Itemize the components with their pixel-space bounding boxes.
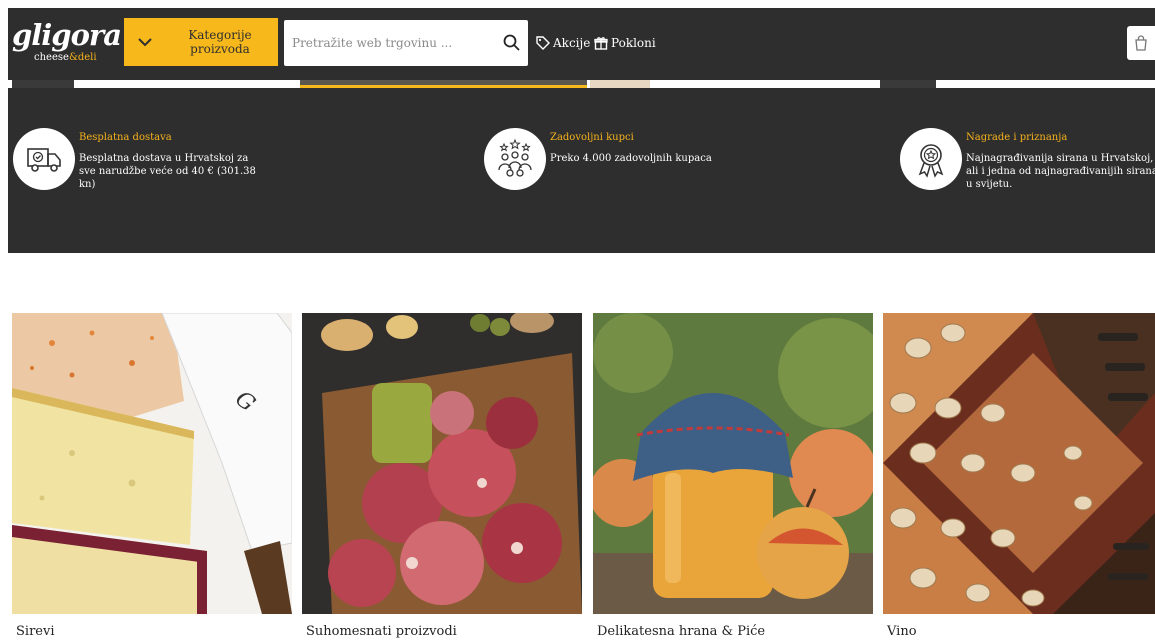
- delivery-truck-icon: [13, 128, 75, 190]
- category-label: Suhomesnati proizvodi: [306, 624, 457, 639]
- site-header: gligora cheese&deli Kategorije proizvoda…: [8, 8, 1155, 80]
- cart-button[interactable]: [1127, 26, 1155, 60]
- nav-link-akcije[interactable]: Akcije: [536, 34, 590, 52]
- logo-wordmark: gligora: [12, 18, 122, 52]
- feature-text: Besplatna dostava u Hrvatskoj za sve nar…: [79, 153, 256, 190]
- shopping-bag-icon: [1135, 35, 1147, 51]
- nav-link-akcije-label: Akcije: [553, 36, 591, 50]
- category-label: Vino: [887, 624, 917, 639]
- gift-icon: [594, 37, 608, 50]
- award-medal-icon: [900, 128, 962, 190]
- logo-tagline: cheese&deli: [34, 52, 97, 63]
- chevron-down-icon: [138, 38, 152, 47]
- hero-slide-thumb: [12, 80, 74, 88]
- search-box: [284, 20, 528, 66]
- feature-title: Besplatna dostava: [79, 132, 172, 143]
- hero-slide-thumb: [590, 80, 650, 88]
- product-categories-button[interactable]: Kategorije proizvoda: [124, 18, 278, 66]
- product-categories-label: Kategorije proizvoda: [188, 28, 252, 56]
- feature-title: Nagrade i priznanja: [966, 132, 1068, 143]
- cured-meat-photo: [302, 313, 582, 614]
- hero-slide-thumb: [880, 80, 936, 88]
- hero-slider-strip: [8, 80, 1155, 88]
- nav-link-pokloni[interactable]: Pokloni: [594, 34, 656, 52]
- gligora-logo[interactable]: gligora cheese&deli: [12, 18, 122, 70]
- wine-rack-photo: [883, 313, 1155, 614]
- search-input[interactable]: [284, 20, 484, 66]
- features-band: Besplatna dostava Besplatna dostava u Hr…: [8, 88, 1155, 253]
- search-icon[interactable]: [502, 33, 522, 53]
- tag-icon: [536, 36, 550, 50]
- category-card-sirevi[interactable]: G Sirevi: [12, 313, 292, 641]
- category-card-suhomesnati[interactable]: Suhomesnati proizvodi: [302, 313, 582, 641]
- customers-group-icon: [484, 128, 546, 190]
- category-label: Delikatesna hrana & Piće: [597, 624, 766, 639]
- category-card-vino[interactable]: Vino: [883, 313, 1155, 641]
- category-label: Sirevi: [16, 624, 55, 639]
- feature-text: Najnagrađivanija sirana u Hrvatskoj, ali…: [966, 153, 1155, 190]
- nav-link-pokloni-label: Pokloni: [611, 36, 656, 50]
- feature-title: Zadovoljni kupci: [550, 132, 634, 143]
- hero-slide-active-indicator: [300, 80, 587, 88]
- category-card-delikatesna[interactable]: Delikatesna hrana & Piće: [593, 313, 873, 641]
- cheese-photo: G: [12, 313, 292, 614]
- feature-text: Preko 4.000 zadovoljnih kupaca: [550, 153, 712, 164]
- jam-jar-photo: [593, 313, 873, 614]
